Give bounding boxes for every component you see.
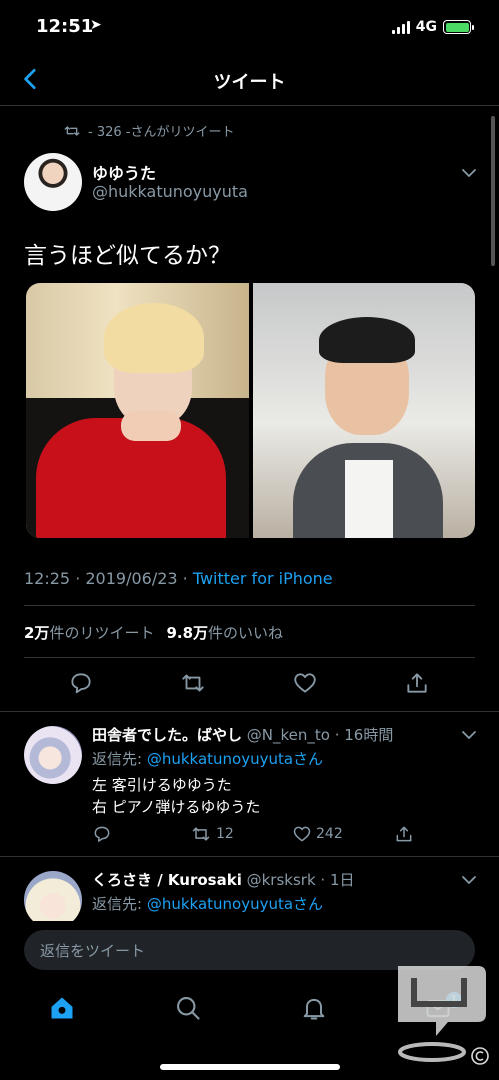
reply-to-line: 返信先: @hukkatunoyuyutaさん bbox=[92, 750, 324, 768]
home-icon[interactable] bbox=[48, 994, 76, 1022]
retweet-icon bbox=[192, 827, 210, 841]
reply-reply-button[interactable] bbox=[92, 824, 112, 844]
reply-actions: 12 242 bbox=[92, 824, 422, 846]
tweet-text: 言うほど似てるか？ bbox=[24, 243, 231, 269]
photo-right[interactable] bbox=[252, 283, 475, 538]
signal-icon bbox=[391, 20, 410, 34]
tweet-timestamp: 12:25 · 2019/06/23 · Twitter for iPhone bbox=[24, 569, 333, 588]
photo-left[interactable] bbox=[26, 283, 249, 538]
nav-bar: ツイート bbox=[0, 56, 499, 106]
tweet-actions bbox=[0, 670, 499, 700]
home-indicator[interactable] bbox=[160, 1064, 340, 1070]
reply-item[interactable]: 田舎者でした。ばやし @N_ken_to · 16時間 返信先: @hukkat… bbox=[0, 712, 499, 856]
reply-avatar[interactable] bbox=[24, 726, 82, 784]
share-icon bbox=[396, 826, 412, 842]
reply-share-button[interactable] bbox=[394, 824, 414, 844]
reply-item[interactable]: くろさき / Kurosaki @krsksrk · 1日 返信先: @hukk… bbox=[0, 857, 499, 921]
tweet-menu-chevron-icon[interactable] bbox=[461, 168, 477, 178]
reply-like-count: 242 bbox=[316, 826, 343, 842]
tweet-time: 12:25 · 2019/06/23 · bbox=[24, 569, 193, 588]
reply-author-name[interactable]: くろさき / Kurosaki bbox=[92, 871, 242, 889]
reply-text: 左 客引けるゆゆうた 右 ピアノ弾けるゆゆうた bbox=[92, 774, 260, 818]
retweet-action-icon[interactable] bbox=[180, 670, 206, 696]
reply-retweet-button[interactable]: 12 bbox=[190, 824, 234, 844]
author-name[interactable]: ゆゆうた bbox=[92, 160, 156, 184]
author-avatar[interactable] bbox=[24, 153, 82, 211]
watermark-logo bbox=[398, 966, 489, 1065]
page-title: ツイート bbox=[213, 72, 286, 93]
reply-header: くろさき / Kurosaki @krsksrk · 1日 bbox=[92, 869, 354, 890]
reply-author-name[interactable]: 田舎者でした。ばやし bbox=[92, 726, 242, 744]
reply-like-button[interactable]: 242 bbox=[292, 824, 343, 844]
retweet-context: - 326 -さんがリツイート bbox=[64, 121, 234, 140]
reply-to-handle[interactable]: @hukkatunoyuyutaさん bbox=[147, 895, 323, 913]
retweet-icon bbox=[64, 125, 80, 136]
location-arrow-icon: ➤ bbox=[90, 17, 102, 33]
status-time: 12:51 bbox=[36, 16, 94, 37]
reply-avatar[interactable] bbox=[24, 871, 82, 921]
share-icon[interactable] bbox=[404, 670, 430, 696]
author-handle[interactable]: @hukkatunoyuyuta bbox=[92, 182, 248, 201]
search-icon[interactable] bbox=[174, 994, 202, 1022]
retweets-stat[interactable]: 2万件のリツイート bbox=[24, 622, 154, 643]
reply-meta: @N_ken_to · 16時間 bbox=[242, 726, 394, 744]
reply-meta: @krsksrk · 1日 bbox=[241, 871, 355, 889]
reply-icon bbox=[94, 826, 110, 842]
reply-retweet-count: 12 bbox=[216, 826, 234, 842]
reply-icon[interactable] bbox=[68, 670, 94, 696]
like-heart-icon[interactable] bbox=[292, 670, 318, 696]
reply-menu-chevron-icon[interactable] bbox=[461, 875, 477, 885]
tweet-media[interactable] bbox=[26, 283, 475, 538]
reply-to-handle[interactable]: @hukkatunoyuyutaさん bbox=[147, 750, 323, 768]
likes-stat[interactable]: 9.8万件のいいね bbox=[166, 622, 283, 643]
reply-header: 田舎者でした。ばやし @N_ken_to · 16時間 bbox=[92, 724, 393, 745]
like-heart-icon bbox=[293, 826, 311, 842]
divider bbox=[24, 605, 475, 606]
reply-menu-chevron-icon[interactable] bbox=[461, 730, 477, 740]
tweet-stats: 2万件のリツイート 9.8万件のいいね bbox=[24, 622, 283, 643]
scrollbar[interactable] bbox=[491, 116, 495, 266]
reply-input-placeholder: 返信をツイート bbox=[40, 942, 146, 960]
reply-text-line: 右 ピアノ弾けるゆゆうた bbox=[92, 798, 261, 816]
divider bbox=[24, 657, 475, 658]
status-right: 4G bbox=[391, 19, 474, 35]
tweet-source-link[interactable]: Twitter for iPhone bbox=[193, 569, 333, 588]
reply-text-line: 左 客引けるゆゆうた bbox=[92, 776, 232, 794]
status-bar: 12:51 ➤ 4G bbox=[0, 0, 499, 56]
notifications-bell-icon[interactable] bbox=[300, 994, 328, 1022]
reply-to-line: 返信先: @hukkatunoyuyutaさん bbox=[92, 895, 324, 913]
retweet-context-text: - 326 -さんがリツイート bbox=[88, 125, 235, 140]
battery-icon bbox=[443, 20, 474, 34]
network-type: 4G bbox=[415, 19, 437, 35]
